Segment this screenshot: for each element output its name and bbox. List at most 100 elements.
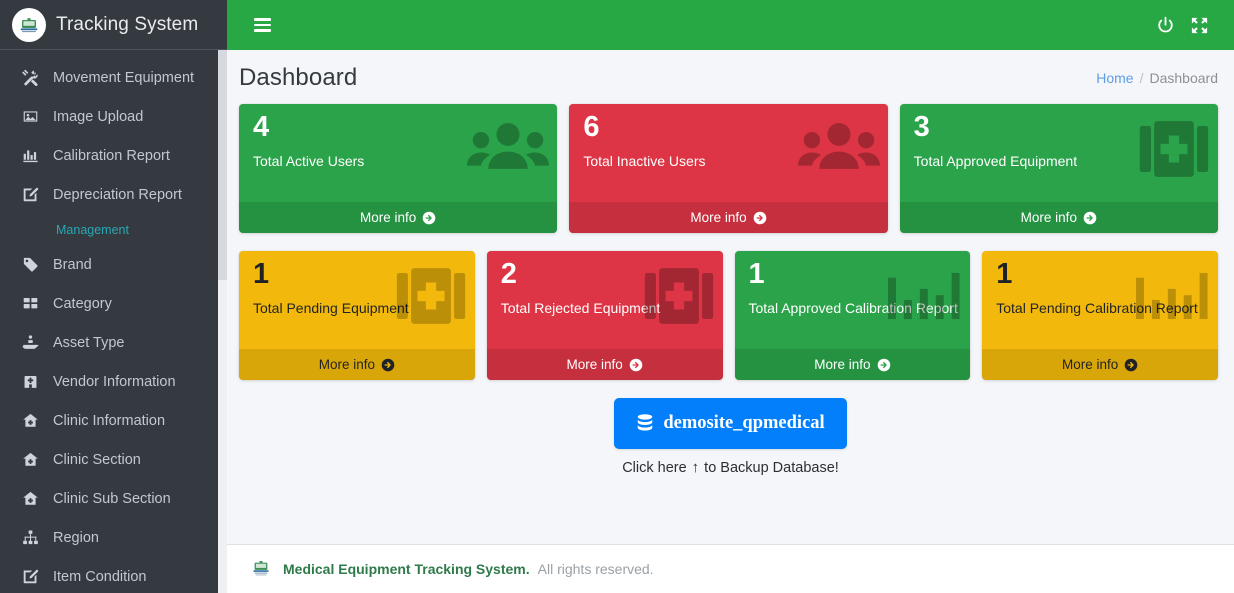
fullscreen-icon[interactable]	[1182, 8, 1216, 42]
arrow-circle-right-icon	[753, 211, 767, 225]
sidebar-scrollbar[interactable]	[218, 50, 227, 593]
sidebar-item-image-upload[interactable]: Image Upload	[0, 97, 227, 136]
edit-square-icon	[22, 568, 44, 586]
stat-card-row: 1 Total Pending Equipment More info 2 To…	[239, 251, 1218, 380]
sidebar-item-label: Clinic Sub Section	[53, 490, 171, 507]
stat-card-total-approved-calibration-report[interactable]: 1 Total Approved Calibration Report More…	[734, 251, 971, 380]
stat-card-label: Total Pending Equipment	[253, 300, 409, 317]
tag-icon	[22, 256, 44, 274]
more-info-label: More info	[814, 357, 871, 372]
stat-card-count: 1	[748, 258, 765, 290]
sidebar-item-label: Vendor Information	[53, 373, 176, 390]
breadcrumb-current: Dashboard	[1149, 70, 1219, 86]
footer-brand-label: Medical Equipment Tracking System.	[283, 561, 530, 577]
stat-card-label: Total Rejected Equipment	[500, 300, 661, 317]
stat-card-total-pending-calibration-report[interactable]: 1 Total Pending Calibration Report More …	[982, 251, 1218, 380]
sidebar-item-label: Image Upload	[53, 108, 144, 125]
hamburger-icon[interactable]	[245, 8, 279, 42]
arrow-circle-right-icon	[877, 358, 891, 372]
page-footer: Medical Equipment Tracking System. All r…	[227, 544, 1234, 593]
stat-card-total-approved-equipment[interactable]: 3 Total Approved Equipment More info	[899, 104, 1218, 233]
stat-card-count: 3	[913, 111, 930, 143]
sidebar-item-region[interactable]: Region	[0, 518, 227, 557]
sidebar-item-label: Item Condition	[53, 568, 147, 585]
hand-holding-icon	[22, 334, 44, 352]
breadcrumb: Home / Dashboard	[1096, 70, 1218, 86]
sidebar-item-label: Calibration Report	[53, 147, 170, 164]
stat-card-label: Total Approved Calibration Report	[748, 300, 958, 317]
stat-card-total-active-users[interactable]: 4 Total Active Users More info	[239, 104, 558, 233]
stat-card-more-info[interactable]: More info	[486, 349, 723, 380]
arrow-up-icon: ↑	[691, 459, 700, 476]
sidebar-item-asset-type[interactable]: Asset Type	[0, 323, 227, 362]
tools-icon	[22, 69, 44, 87]
dashboard-page: Tracking System Movement Equipment Image…	[0, 0, 1234, 593]
sidebar-item-label: Brand	[53, 256, 92, 273]
power-icon[interactable]	[1148, 8, 1182, 42]
sidebar-item-movement-equipment[interactable]: Movement Equipment	[0, 58, 227, 97]
backup-caption-before: Click here	[622, 459, 687, 476]
stat-card-more-info[interactable]: More info	[899, 202, 1218, 233]
more-info-label: More info	[566, 357, 623, 372]
sidebar: Tracking System Movement Equipment Image…	[0, 0, 227, 593]
sidebar-brand[interactable]: Tracking System	[0, 0, 227, 50]
main-content: Dashboard Home / Dashboard 4 Total Activ…	[227, 0, 1234, 593]
building-icon	[22, 373, 44, 391]
arrow-circle-right-icon	[422, 211, 436, 225]
page-title: Dashboard	[239, 64, 358, 91]
arrow-circle-right-icon	[1124, 358, 1138, 372]
backup-caption-after: to Backup Database!	[704, 459, 839, 476]
stat-card-more-info[interactable]: More info	[239, 349, 475, 380]
more-info-label: More info	[1020, 210, 1077, 225]
stat-card-total-pending-equipment[interactable]: 1 Total Pending Equipment More info	[239, 251, 475, 380]
bar-chart-icon	[22, 147, 44, 165]
clinic-house-icon	[22, 451, 44, 469]
stat-cards: 4 Total Active Users More info 6 Total I…	[227, 98, 1234, 380]
sitemap-icon	[22, 529, 44, 547]
sidebar-item-clinic-sub-section[interactable]: Clinic Sub Section	[0, 479, 227, 518]
stat-card-total-inactive-users[interactable]: 6 Total Inactive Users More info	[569, 104, 888, 233]
stat-card-count: 6	[583, 111, 600, 143]
sidebar-scrollbar-thumb[interactable]	[218, 50, 227, 280]
footer-rights-label: All rights reserved.	[537, 561, 654, 577]
more-info-label: More info	[1061, 357, 1119, 372]
stat-card-more-info[interactable]: More info	[982, 349, 1218, 380]
sidebar-item-vendor-information[interactable]: Vendor Information	[0, 362, 227, 401]
backup-button-label: demosite_qpmedical	[663, 413, 825, 433]
stat-card-count: 4	[253, 111, 270, 143]
stat-card-count: 1	[996, 258, 1013, 290]
more-info-label: More info	[690, 210, 747, 225]
sidebar-item-brand[interactable]: Brand	[0, 245, 227, 284]
more-info-label: More info	[360, 210, 417, 225]
clinic-house-icon	[22, 412, 44, 430]
edit-square-icon	[22, 186, 44, 204]
stat-card-row: 4 Total Active Users More info 6 Total I…	[239, 104, 1218, 233]
stat-card-more-info[interactable]: More info	[569, 202, 888, 233]
stat-card-label: Total Pending Calibration Report	[996, 300, 1198, 317]
grid-icon	[22, 295, 44, 313]
clinic-house-icon	[22, 490, 44, 508]
stat-card-more-info[interactable]: More info	[734, 349, 971, 380]
sidebar-item-item-condition[interactable]: Item Condition	[0, 557, 227, 593]
stat-card-total-rejected-equipment[interactable]: 2 Total Rejected Equipment More info	[486, 251, 723, 380]
sidebar-item-clinic-section[interactable]: Clinic Section	[0, 440, 227, 479]
sidebar-item-label: Clinic Section	[53, 451, 141, 468]
backup-database-button[interactable]: demosite_qpmedical	[614, 398, 847, 449]
breadcrumb-home[interactable]: Home	[1096, 70, 1133, 86]
sidebar-item-clinic-information[interactable]: Clinic Information	[0, 401, 227, 440]
stat-card-more-info[interactable]: More info	[239, 202, 558, 233]
arrow-circle-right-icon	[629, 358, 643, 372]
arrow-circle-right-icon	[381, 358, 395, 372]
sidebar-item-category[interactable]: Category	[0, 284, 227, 323]
sidebar-item-label: Movement Equipment	[53, 69, 195, 86]
stat-card-count: 1	[253, 258, 270, 290]
topbar	[227, 0, 1234, 50]
image-icon	[22, 108, 44, 126]
stat-card-count: 2	[500, 258, 517, 290]
sidebar-brand-label: Tracking System	[56, 13, 199, 35]
database-icon	[636, 414, 654, 433]
sidebar-item-label: Clinic Information	[53, 412, 166, 429]
arrow-circle-right-icon	[1083, 211, 1097, 225]
sidebar-item-calibration-report[interactable]: Calibration Report	[0, 136, 227, 175]
sidebar-item-depreciation-report[interactable]: Depreciation Report	[0, 175, 227, 214]
